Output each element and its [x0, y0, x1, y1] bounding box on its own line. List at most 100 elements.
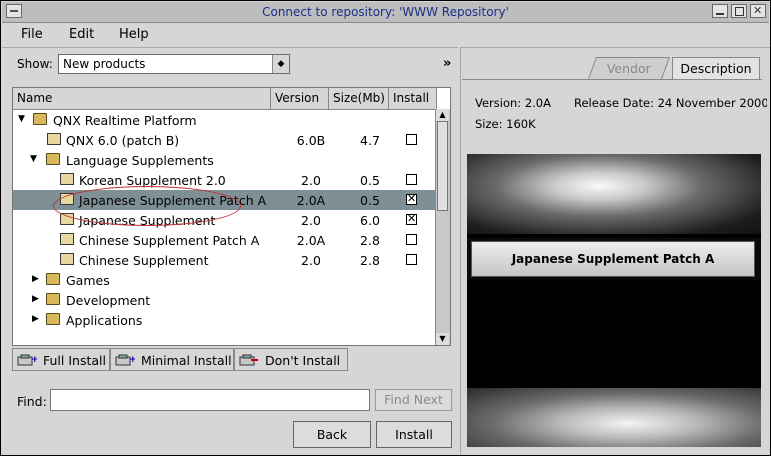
scroll-up-icon[interactable]: ▲ [436, 109, 449, 121]
tree-header: Name Version Size(Mb) Install [13, 88, 437, 110]
menu-bar: File Edit Help [2, 24, 769, 46]
find-label: Find: [17, 394, 47, 409]
package-icon [60, 233, 74, 245]
close-button[interactable] [750, 4, 766, 18]
row-size: 2.8 [360, 253, 380, 268]
show-label: Show: [17, 57, 53, 71]
svg-text:+: + [31, 355, 37, 365]
full-install-button[interactable]: + Full Install [12, 348, 110, 371]
install-toolbar: + Full Install + Minimal Install Don't I… [12, 348, 451, 372]
dropdown-arrow-icon[interactable]: ◆ [272, 55, 289, 73]
collapse-chevron-icon[interactable]: » [443, 56, 451, 71]
row-size: 0.5 [360, 173, 380, 188]
install-checkbox[interactable] [406, 212, 417, 226]
minimize-button[interactable] [712, 4, 728, 18]
collapsed-arrow-icon[interactable]: ▶ [32, 274, 39, 284]
tree-row[interactable]: ▶ Development [13, 290, 437, 310]
column-version[interactable]: Version [271, 88, 329, 109]
row-size: 2.8 [360, 233, 380, 248]
row-name: Chinese Supplement Patch A [79, 233, 260, 248]
scroll-down-icon[interactable]: ▼ [436, 333, 449, 345]
collapsed-arrow-icon[interactable]: ▶ [32, 314, 39, 324]
install-checkbox[interactable] [406, 174, 417, 185]
minimal-install-button[interactable]: + Minimal Install [110, 348, 234, 371]
row-version: 2.0 [301, 213, 321, 228]
image-banner-text: Japanese Supplement Patch A [471, 241, 755, 277]
folder-icon [46, 153, 60, 165]
tree-row[interactable]: Korean Supplement 2.0 2.0 0.5 [13, 170, 437, 190]
row-version: 2.0A [296, 233, 326, 248]
column-install[interactable]: Install [389, 88, 437, 109]
dont-install-label: Don't Install [265, 353, 341, 368]
folder-icon [46, 313, 60, 325]
row-name: QNX 6.0 (patch B) [66, 133, 180, 148]
red-highlight-circle [53, 186, 241, 226]
title-bar[interactable]: Connect to repository: 'WWW Repository' [2, 2, 769, 23]
row-name: Games [66, 273, 110, 288]
back-button[interactable]: Back [293, 421, 371, 448]
tab-vendor-label: Vendor [606, 61, 651, 76]
column-name[interactable]: Name [13, 88, 271, 109]
dont-install-button[interactable]: Don't Install [234, 348, 348, 371]
menu-file[interactable]: File [21, 27, 43, 42]
tree-row[interactable]: Chinese Supplement Patch A 2.0A 2.8 [13, 230, 437, 250]
tab-description[interactable]: Description [672, 57, 760, 79]
dont-install-icon [239, 354, 258, 366]
menu-edit[interactable]: Edit [69, 27, 94, 42]
row-name: Development [66, 293, 151, 308]
full-install-icon: + [17, 354, 37, 366]
show-dropdown[interactable]: New products ◆ [58, 54, 290, 74]
svg-text:+: + [129, 355, 135, 365]
install-checkbox[interactable] [406, 234, 417, 245]
detail-size: Size: 160K [475, 117, 536, 131]
row-size: 4.7 [360, 133, 380, 148]
install-checkbox[interactable] [406, 192, 417, 206]
tree-scrollbar[interactable]: ▲ ▼ [435, 109, 450, 345]
install-button[interactable]: Install [376, 421, 452, 448]
minimal-install-label: Minimal Install [141, 353, 232, 368]
package-icon [60, 253, 74, 265]
find-next-button[interactable]: Find Next [375, 389, 452, 411]
scroll-thumb[interactable] [437, 121, 448, 211]
expanded-arrow-icon[interactable]: ▼ [18, 114, 25, 124]
product-image: Japanese Supplement Patch A [467, 154, 761, 447]
tree-row[interactable]: ▼ QNX Realtime Platform [13, 110, 437, 130]
row-size: 0.5 [360, 193, 380, 208]
tree-row[interactable]: Chinese Supplement 2.0 2.8 [13, 250, 437, 270]
package-icon [60, 173, 74, 185]
folder-icon [46, 293, 60, 305]
image-top-graphic [467, 154, 761, 234]
row-version: 2.0A [296, 193, 326, 208]
install-checkbox[interactable] [406, 134, 417, 145]
row-name: Language Supplements [66, 153, 214, 168]
tree-row[interactable]: QNX 6.0 (patch B) 6.0B 4.7 [13, 130, 437, 150]
column-size[interactable]: Size(Mb) [329, 88, 389, 109]
row-name: Chinese Supplement [79, 253, 209, 268]
window-title: Connect to repository: 'WWW Repository' [262, 5, 509, 19]
expanded-arrow-icon[interactable]: ▼ [30, 154, 37, 164]
tab-divider [462, 79, 762, 80]
image-bottom-graphic [467, 388, 761, 447]
folder-icon [33, 113, 47, 125]
minimal-install-icon: + [115, 354, 135, 366]
row-version: 2.0 [301, 253, 321, 268]
collapsed-arrow-icon[interactable]: ▶ [32, 294, 39, 304]
row-size: 6.0 [360, 213, 380, 228]
package-icon [47, 133, 61, 145]
row-name: QNX Realtime Platform [53, 113, 197, 128]
install-checkbox[interactable] [406, 254, 417, 265]
row-version: 6.0B [296, 133, 326, 148]
tree-row[interactable]: ▶ Games [13, 270, 437, 290]
tree-row[interactable]: ▼ Language Supplements [13, 150, 437, 170]
detail-release-date: Release Date: 24 November 2000 [574, 96, 767, 110]
detail-version: Version: 2.0A [475, 96, 551, 110]
menu-help[interactable]: Help [119, 27, 149, 42]
show-dropdown-value: New products [63, 57, 146, 71]
maximize-button[interactable] [731, 4, 747, 18]
find-input[interactable] [50, 389, 370, 411]
row-version: 2.0 [301, 173, 321, 188]
row-name: Applications [66, 313, 143, 328]
tab-vendor[interactable]: Vendor [587, 57, 671, 79]
folder-icon [46, 273, 60, 285]
tree-row[interactable]: ▶ Applications [13, 310, 437, 330]
